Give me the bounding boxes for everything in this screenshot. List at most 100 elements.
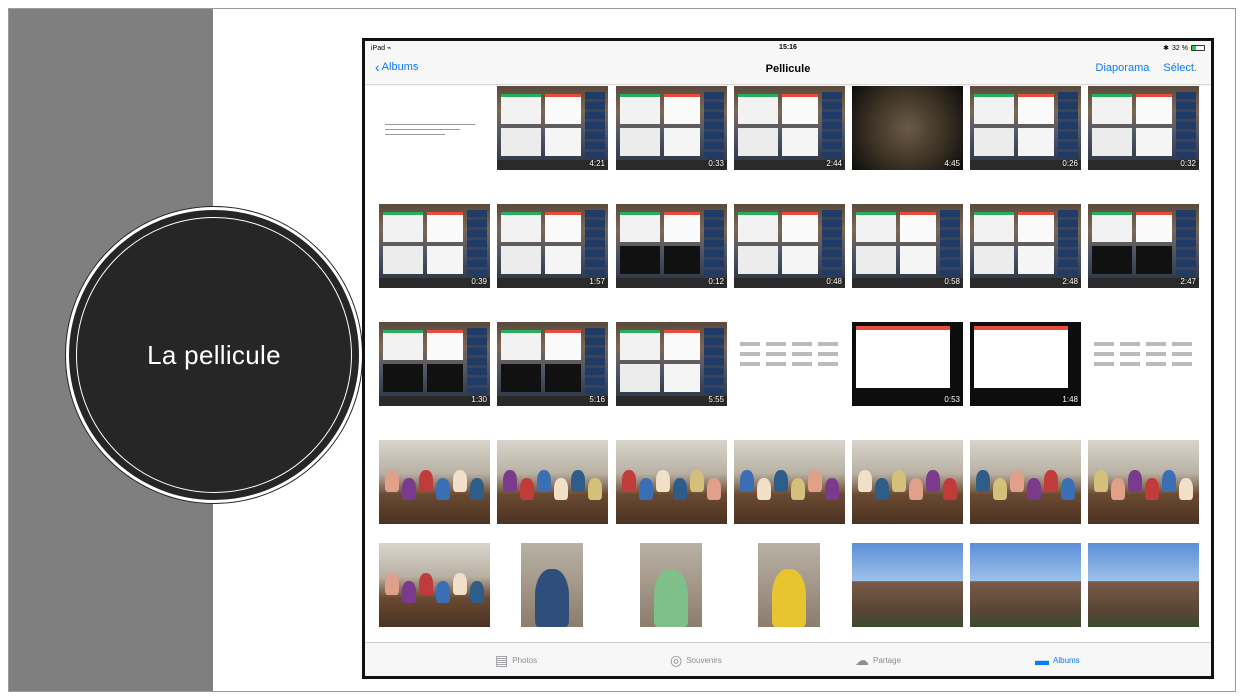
photo-grid: 4:21 0:33 2:44 4:45 0:26 0:32 0:39 1:57 0:12 0:48…	[365, 86, 1211, 642]
photo-thumbnail[interactable]: 0:32	[1088, 86, 1199, 170]
document-line	[385, 124, 475, 125]
photo-thumbnail[interactable]: 1:48	[970, 322, 1081, 406]
photo-thumbnail[interactable]: 4:45	[852, 86, 963, 170]
video-frame-panel	[383, 364, 423, 392]
video-frame-panel	[620, 330, 660, 360]
person-shape	[419, 573, 433, 595]
tab-bar: ▤ Photos ◎ Souvenirs ☁ Partage ▬ Albums	[365, 642, 1211, 676]
video-duration: 0:12	[708, 277, 724, 286]
video-frame-panel	[501, 246, 541, 274]
photo-thumbnail[interactable]	[852, 440, 963, 524]
chevron-left-icon: ‹	[375, 59, 380, 75]
sheet-cell	[1120, 342, 1140, 346]
photo-thumbnail[interactable]	[616, 440, 727, 524]
status-right: ✱ 32 %	[1163, 44, 1205, 52]
slide-title: La pellicule	[147, 339, 281, 370]
photo-thumbnail[interactable]: 5:55	[616, 322, 727, 406]
video-frame-panel	[383, 212, 423, 242]
photo-thumbnail[interactable]	[734, 440, 845, 524]
photo-thumbnail[interactable]: 1:57	[497, 204, 608, 288]
tab-albums[interactable]: ▬ Albums	[1035, 652, 1080, 668]
tab-partage[interactable]: ☁ Partage	[855, 652, 901, 669]
video-duration: 4:45	[944, 159, 960, 168]
video-frame-panel	[545, 364, 581, 392]
sheet-cell	[1172, 342, 1192, 346]
sheet-cell	[818, 342, 838, 346]
video-frame-panel	[427, 246, 463, 274]
photo-thumbnail[interactable]: 2:48	[970, 204, 1081, 288]
photo-thumbnail[interactable]: 0:33	[616, 86, 727, 170]
photo-thumbnail[interactable]	[379, 86, 490, 170]
video-frame-panel	[1136, 94, 1172, 124]
photo-thumbnail[interactable]: 0:53	[852, 322, 963, 406]
photo-thumbnail[interactable]	[521, 543, 583, 627]
battery-percent: 32 %	[1172, 44, 1188, 52]
photo-thumbnail[interactable]	[1088, 440, 1199, 524]
photo-thumbnail[interactable]: 2:47	[1088, 204, 1199, 288]
person-shape	[858, 470, 872, 492]
video-frame-panel	[1092, 212, 1132, 242]
photo-thumbnail[interactable]: 0:12	[616, 204, 727, 288]
photo-thumbnail[interactable]	[1088, 543, 1199, 627]
person-shape	[690, 470, 704, 492]
person-shape	[1044, 470, 1058, 492]
person-shape	[825, 478, 839, 500]
tab-photos[interactable]: ▤ Photos	[495, 652, 537, 669]
tab-souvenirs[interactable]: ◎ Souvenirs	[670, 652, 722, 669]
photo-thumbnail[interactable]: 0:58	[852, 204, 963, 288]
video-frame-panel	[1136, 212, 1172, 242]
photo-thumbnail[interactable]: 5:16	[497, 322, 608, 406]
video-frame-panel	[1136, 128, 1172, 156]
photo-thumbnail[interactable]: 0:39	[379, 204, 490, 288]
video-frame-panel	[738, 212, 778, 242]
sheet-cell	[740, 352, 760, 356]
photo-thumbnail[interactable]	[852, 543, 963, 627]
photo-thumbnail[interactable]	[734, 322, 845, 406]
person-shape	[503, 470, 517, 492]
photo-thumbnail[interactable]	[1088, 322, 1199, 406]
battery-level	[1192, 46, 1196, 50]
video-frame-panel	[501, 330, 541, 360]
photo-thumbnail[interactable]: 4:21	[497, 86, 608, 170]
photo-thumbnail[interactable]	[379, 440, 490, 524]
video-frame-panel	[545, 330, 581, 360]
status-time: 15:16	[779, 44, 797, 51]
photo-thumbnail[interactable]	[970, 543, 1081, 627]
video-frame-panel	[782, 94, 818, 124]
person-shape	[656, 470, 670, 492]
photo-thumbnail[interactable]	[970, 440, 1081, 524]
photo-thumbnail[interactable]: 2:44	[734, 86, 845, 170]
video-frame-panel	[974, 128, 1014, 156]
video-frame-panel	[738, 94, 778, 124]
video-frame-keypad	[940, 210, 960, 276]
sheet-cell	[1172, 362, 1192, 366]
sheet-cell	[792, 342, 812, 346]
person-shape	[1145, 478, 1159, 500]
select-button[interactable]: Sélect.	[1163, 62, 1197, 74]
sheet-cell	[740, 342, 760, 346]
photo-thumbnail[interactable]: 0:48	[734, 204, 845, 288]
person-shape	[1162, 470, 1176, 492]
back-button[interactable]: ‹ Albums	[375, 59, 418, 75]
photo-thumbnail[interactable]: 0:26	[970, 86, 1081, 170]
photo-thumbnail[interactable]	[379, 543, 490, 627]
photo-thumbnail[interactable]	[640, 543, 702, 627]
video-frame-panel	[974, 94, 1014, 124]
slideshow-button[interactable]: Diaporama	[1096, 62, 1150, 74]
sheet-cell	[1146, 342, 1166, 346]
sheet-cell	[1094, 342, 1114, 346]
video-frame-keypad	[585, 210, 605, 276]
video-frame-panel	[545, 128, 581, 156]
video-frame-panel	[738, 128, 778, 156]
person-shape	[926, 470, 940, 492]
person-shape	[402, 478, 416, 500]
photo-thumbnail[interactable]	[497, 440, 608, 524]
tab-label: Souvenirs	[686, 656, 722, 665]
video-frame-panel	[664, 246, 700, 274]
video-frame-panel	[545, 246, 581, 274]
photo-thumbnail[interactable]: 1:30	[379, 322, 490, 406]
tab-label: Partage	[873, 656, 902, 665]
photo-thumbnail[interactable]	[758, 543, 820, 627]
video-frame-panel	[620, 94, 660, 124]
person-shape	[622, 470, 636, 492]
